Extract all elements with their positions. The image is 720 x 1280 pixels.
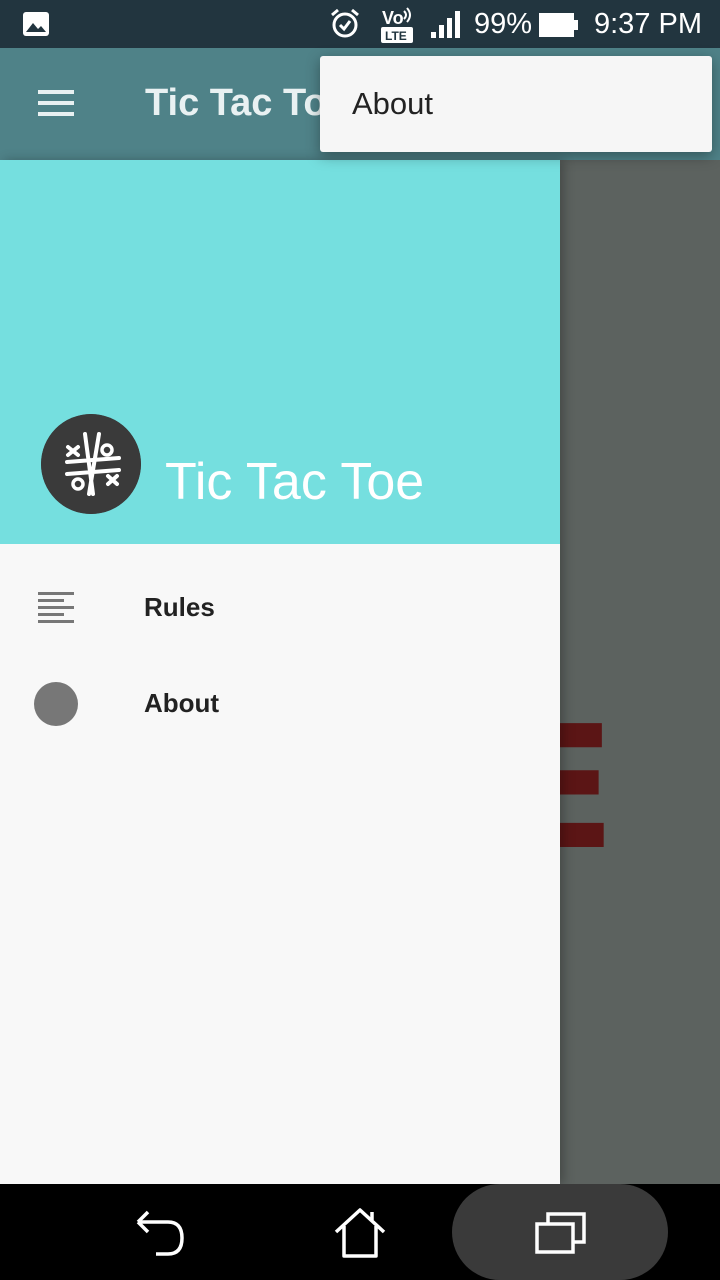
system-navigation-bar <box>0 1184 720 1280</box>
clock: 9:37 PM <box>594 8 702 40</box>
navigation-drawer: Tic Tac Toe Rules About <box>0 160 560 1184</box>
home-button[interactable] <box>332 1206 388 1260</box>
signal-icon <box>431 11 460 38</box>
text-lines-icon <box>38 592 74 623</box>
overflow-popup-menu: About <box>320 56 712 152</box>
drawer-item-label: Rules <box>144 592 215 622</box>
hamburger-menu-icon[interactable] <box>36 88 76 118</box>
volte-icon: Vo LTE <box>381 7 413 43</box>
back-button[interactable] <box>132 1208 188 1258</box>
status-bar: Vo LTE 99% 9:37 PM <box>0 0 720 48</box>
drawer-title: Tic Tac Toe <box>165 453 425 511</box>
popup-item-about[interactable]: About <box>352 86 433 122</box>
drawer-item-about[interactable]: About <box>0 658 560 754</box>
circle-icon <box>34 682 78 726</box>
drawer-item-label: About <box>144 688 220 718</box>
gallery-icon <box>23 12 49 36</box>
app-title: Tic Tac Toe <box>145 82 348 124</box>
volte-top-label: Vo <box>382 8 404 28</box>
volte-bottom-label: LTE <box>385 29 407 43</box>
alarm-icon <box>331 8 359 38</box>
tic-tac-toe-logo-icon <box>41 414 141 514</box>
battery-icon <box>539 13 578 37</box>
battery-percent: 99% <box>474 8 533 40</box>
drawer-header: Tic Tac Toe <box>0 160 560 544</box>
recents-button[interactable] <box>534 1210 588 1256</box>
drawer-item-rules[interactable]: Rules <box>0 562 560 658</box>
